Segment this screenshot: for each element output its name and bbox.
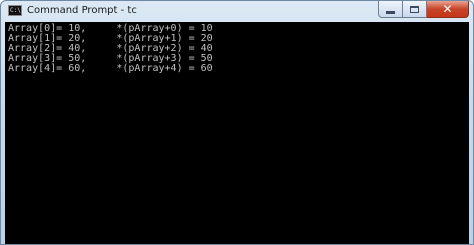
console-output-area[interactable]: Array[0]= 10, *(pArray+0) = 10 Array[1]=… — [5, 22, 469, 244]
close-icon: ✕ — [442, 2, 453, 16]
minimize-icon — [386, 10, 395, 14]
console-lines: Array[0]= 10, *(pArray+0) = 10 Array[1]=… — [8, 24, 213, 74]
title-bar[interactable]: C:\ Command Prompt - tc ✕ — [1, 1, 473, 21]
maximize-icon — [410, 5, 419, 13]
minimize-button[interactable] — [378, 1, 403, 18]
command-prompt-window: C:\ Command Prompt - tc ✕ Array[0]= 10, … — [0, 0, 474, 245]
close-button[interactable]: ✕ — [427, 1, 469, 18]
window-controls: ✕ — [378, 1, 469, 18]
console-icon[interactable]: C:\ — [8, 5, 22, 16]
console-line: Array[4]= 60, *(pArray+4) = 60 — [8, 63, 213, 74]
maximize-button[interactable] — [403, 1, 427, 18]
window-title: Command Prompt - tc — [27, 5, 137, 16]
